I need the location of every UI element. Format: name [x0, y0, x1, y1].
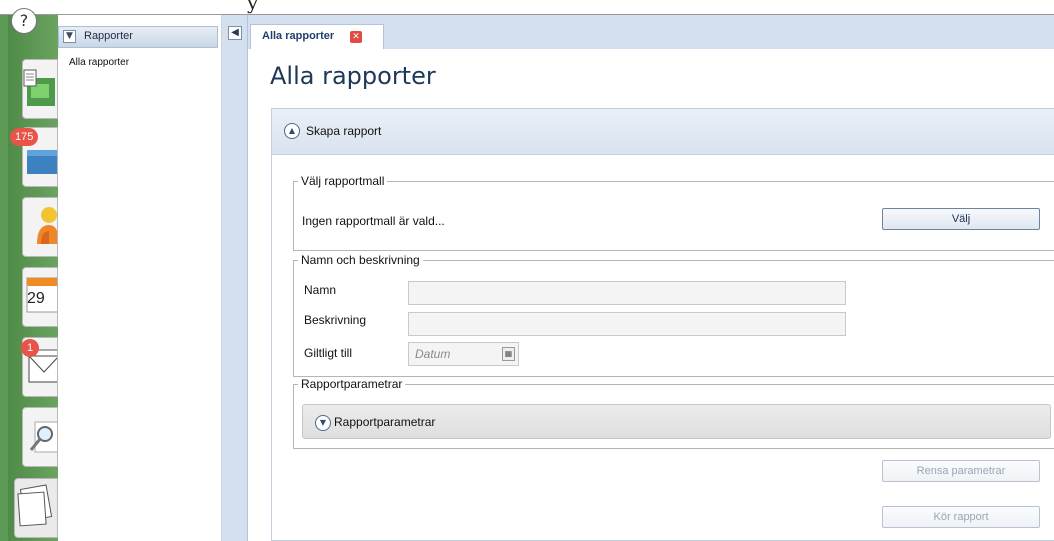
rail-item-documents[interactable]	[22, 59, 58, 119]
inbox-tray-icon	[23, 150, 57, 186]
name-label: Namn	[304, 283, 337, 297]
date-field[interactable]: ▦	[408, 342, 519, 366]
run-report-button[interactable]: Kör rapport	[882, 506, 1040, 528]
description-label: Beskrivning	[304, 313, 367, 327]
chevron-down-icon[interactable]: ▼	[63, 30, 76, 43]
rail-item-reports[interactable]	[14, 478, 58, 538]
chevron-up-icon[interactable]: ▲	[284, 123, 300, 139]
mail-envelope-icon	[23, 349, 57, 396]
choose-template-button[interactable]: Välj	[882, 208, 1040, 230]
page-title: Alla rapporter	[270, 62, 436, 90]
rail-item-search[interactable]	[22, 407, 58, 467]
name-group-legend: Namn och beskrivning	[301, 253, 420, 267]
inbox-count-badge: 175	[10, 128, 39, 146]
partial-heading: y	[247, 0, 259, 14]
collapse-panel-icon[interactable]: ◀	[228, 26, 242, 40]
rail-item-contacts[interactable]	[22, 197, 58, 257]
template-status: Ingen rapportmall är vald...	[302, 214, 445, 228]
chevron-down-icon[interactable]: ▼	[315, 415, 331, 431]
navigation-panel: ▼ Rapporter Alla rapporter	[58, 15, 222, 541]
description-field[interactable]	[408, 312, 846, 336]
nav-header[interactable]: ▼ Rapporter	[58, 26, 218, 48]
reports-pages-icon	[15, 484, 57, 537]
close-icon[interactable]: ✕	[350, 31, 362, 43]
description-input[interactable]	[409, 313, 845, 335]
params-group-legend: Rapportparametrar	[301, 377, 403, 391]
search-magnifier-icon	[23, 421, 57, 466]
calendar-icon	[23, 277, 57, 326]
params-expander-label: Rapportparametrar	[334, 415, 436, 429]
help-button[interactable]: ?	[11, 8, 37, 34]
name-field[interactable]	[408, 281, 846, 305]
create-report-label: Skapa rapport	[306, 124, 382, 138]
nav-item-all-reports[interactable]: Alla rapporter	[69, 57, 129, 68]
create-report-header[interactable]: ▲ Skapa rapport	[272, 109, 1054, 155]
calendar-picker-icon[interactable]: ▦	[502, 347, 515, 361]
valid-until-label: Giltligt till	[304, 346, 353, 360]
template-group-legend: Välj rapportmall	[301, 174, 385, 188]
collapse-strip: ◀	[222, 15, 248, 541]
tab-label: Alla rapporter	[262, 30, 335, 42]
tab-bar: Alla rapporter ✕	[248, 15, 1054, 49]
rail-item-calendar[interactable]: 29	[22, 267, 58, 327]
clear-parameters-button[interactable]: Rensa parametrar	[882, 460, 1040, 482]
report-document-icon	[23, 69, 57, 118]
top-strip: y	[0, 0, 1054, 15]
user-person-icon	[23, 207, 57, 256]
messages-count-badge: 1	[21, 339, 39, 357]
nav-header-title: Rapporter	[84, 30, 133, 42]
tab-all-reports[interactable]: Alla rapporter ✕	[250, 24, 384, 49]
calendar-day-label: 29	[27, 290, 45, 307]
params-expander[interactable]: ▼ Rapportparametrar	[302, 404, 1051, 439]
name-input[interactable]	[409, 282, 845, 304]
